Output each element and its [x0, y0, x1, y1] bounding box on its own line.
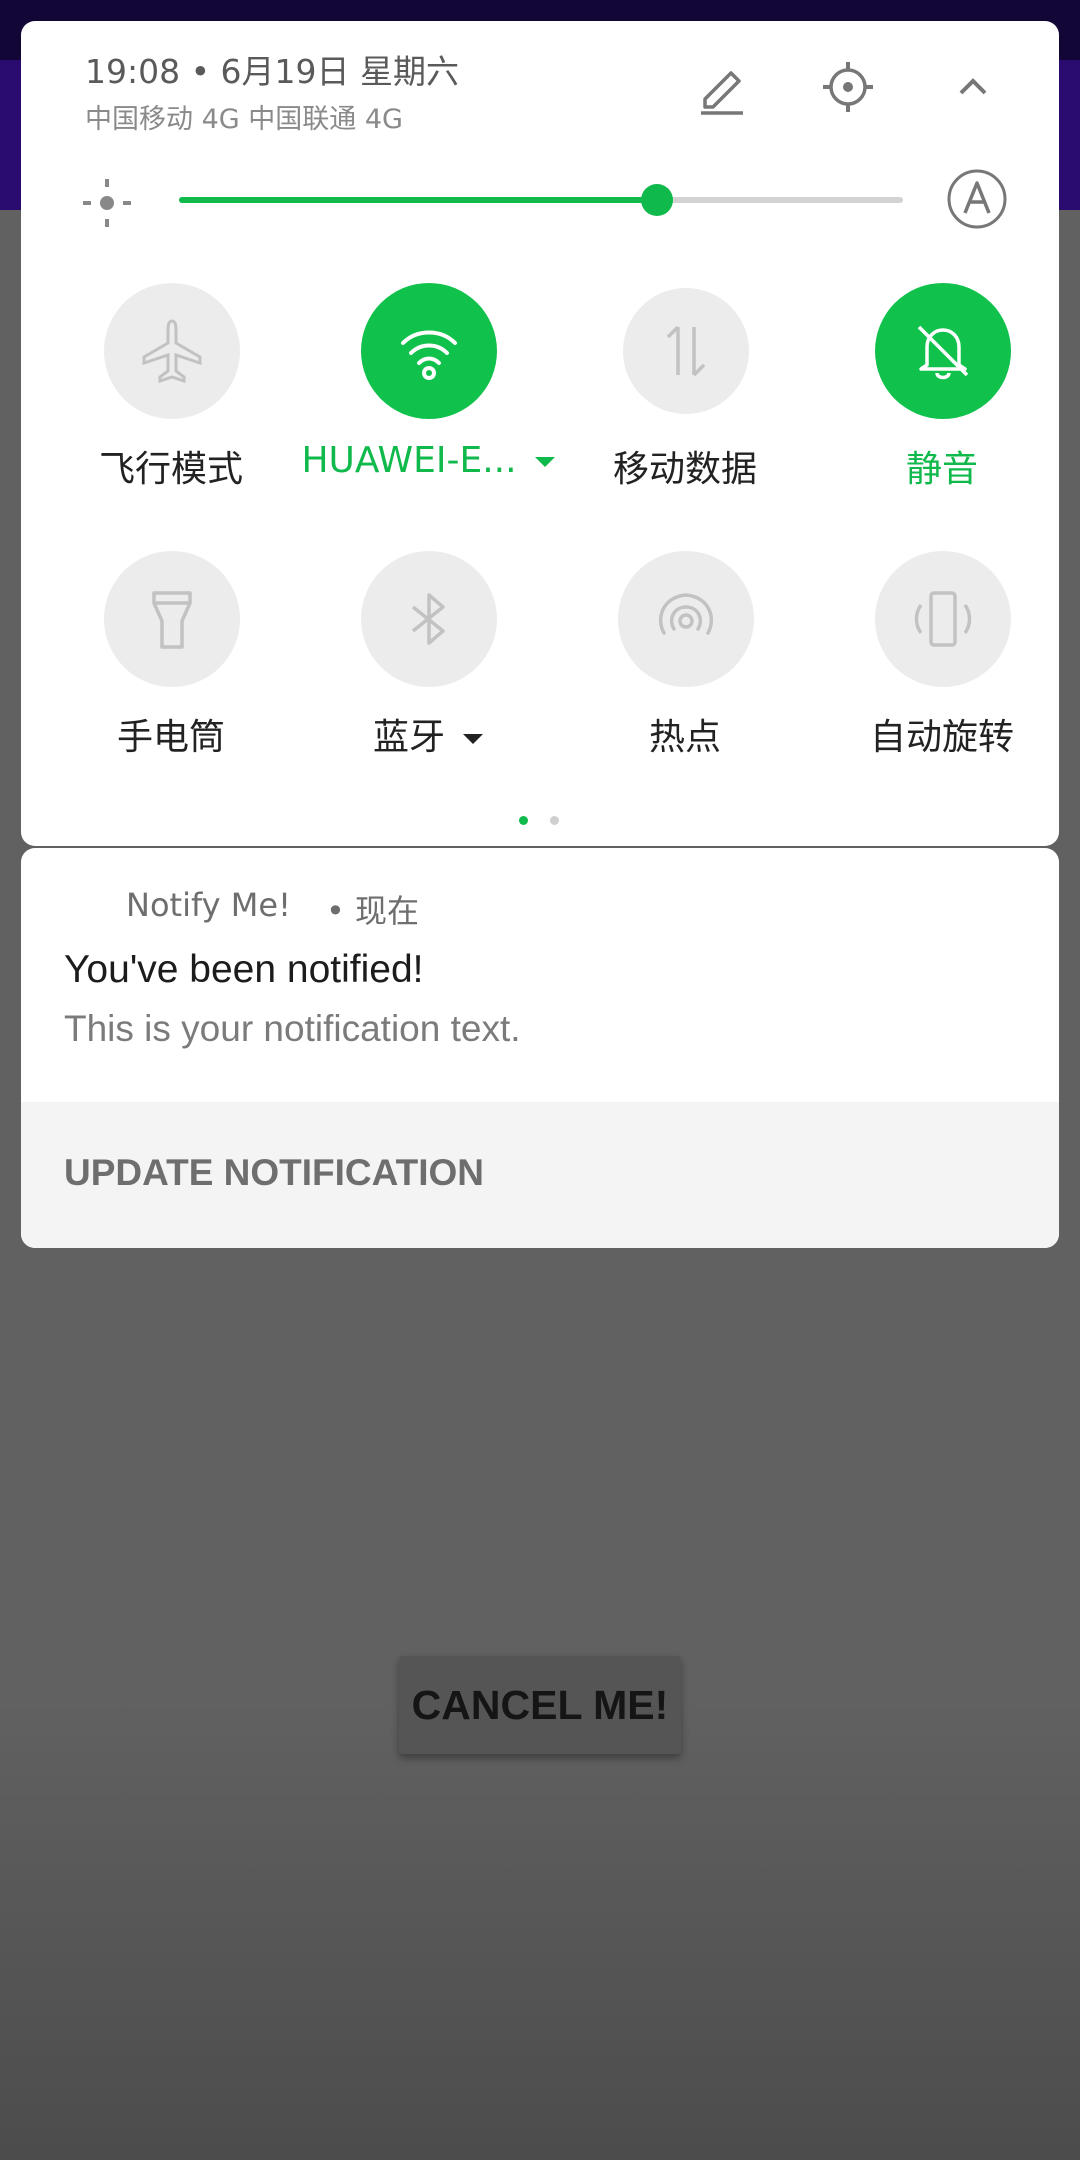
tile-flashlight[interactable]: 手电筒 [61, 551, 281, 771]
hotspot-icon [618, 551, 754, 687]
chevron-down-icon[interactable] [534, 457, 555, 467]
bluetooth-icon [361, 551, 497, 687]
tile-label-wifi[interactable]: HUAWEI-E... [298, 440, 558, 481]
tile-label: 自动旋转 [869, 717, 1014, 758]
brightness-slider-thumb[interactable] [640, 184, 673, 216]
gear-icon[interactable] [818, 57, 878, 117]
tile-airplane-mode[interactable]: 飞行模式 [61, 283, 281, 503]
tile-label: 移动数据 [612, 449, 757, 490]
notification-app-name: Notify Me! [126, 886, 291, 924]
tile-label: 飞行模式 [98, 449, 243, 490]
page-indicator [550, 816, 559, 825]
tile-wifi[interactable]: HUAWEI-E... [301, 283, 555, 503]
tile-label: 热点 [648, 717, 721, 758]
wifi-network-name: HUAWEI-E... [301, 440, 517, 481]
tile-bluetooth[interactable]: 蓝牙 [318, 551, 538, 771]
wifi-icon [361, 283, 497, 419]
auto-rotate-icon [875, 551, 1011, 687]
notification-title: You've been notified! [64, 948, 424, 991]
notification-card[interactable]: Notify Me! • 现在 You've been notified! Th… [21, 848, 1059, 1248]
auto-brightness-icon[interactable] [945, 167, 1009, 231]
bell-off-icon [875, 283, 1011, 419]
update-notification-button[interactable]: UPDATE NOTIFICATION [64, 1152, 484, 1194]
quick-settings-panel: 19:08 • 6月19日 星期六 中国移动 4G 中国联通 4G 飞行模式 H… [21, 21, 1059, 846]
tile-auto-rotate[interactable]: 自动旋转 [832, 551, 1052, 771]
carrier-text: 中国移动 4G 中国联通 4G [85, 104, 403, 135]
pencil-icon[interactable] [691, 57, 751, 117]
bluetooth-label: 蓝牙 [372, 717, 445, 758]
tile-label: 手电筒 [116, 717, 225, 758]
chevron-down-icon[interactable] [463, 734, 483, 744]
cancel-me-button[interactable]: CANCEL ME! [399, 1656, 681, 1754]
tile-silent[interactable]: 静音 [832, 283, 1052, 503]
page-indicator-active [519, 816, 528, 825]
chevron-up-icon[interactable] [943, 57, 1003, 117]
brightness-low-icon [79, 175, 135, 231]
tile-label: 静音 [905, 449, 978, 490]
date-time-text: 19:08 • 6月19日 星期六 [85, 52, 460, 91]
notification-actions: UPDATE NOTIFICATION [21, 1102, 1059, 1248]
tile-label-bluetooth[interactable]: 蓝牙 [298, 708, 558, 760]
notification-time: • 现在 [326, 892, 420, 930]
notification-text: This is your notification text. [64, 1008, 521, 1049]
tile-mobile-data[interactable]: 移动数据 [575, 283, 795, 503]
brightness-slider[interactable] [179, 184, 903, 216]
mobile-data-icon [623, 288, 749, 414]
tile-hotspot[interactable]: 热点 [575, 551, 795, 771]
flashlight-icon [104, 551, 240, 687]
brightness-slider-fill [179, 197, 657, 203]
airplane-icon [104, 283, 240, 419]
